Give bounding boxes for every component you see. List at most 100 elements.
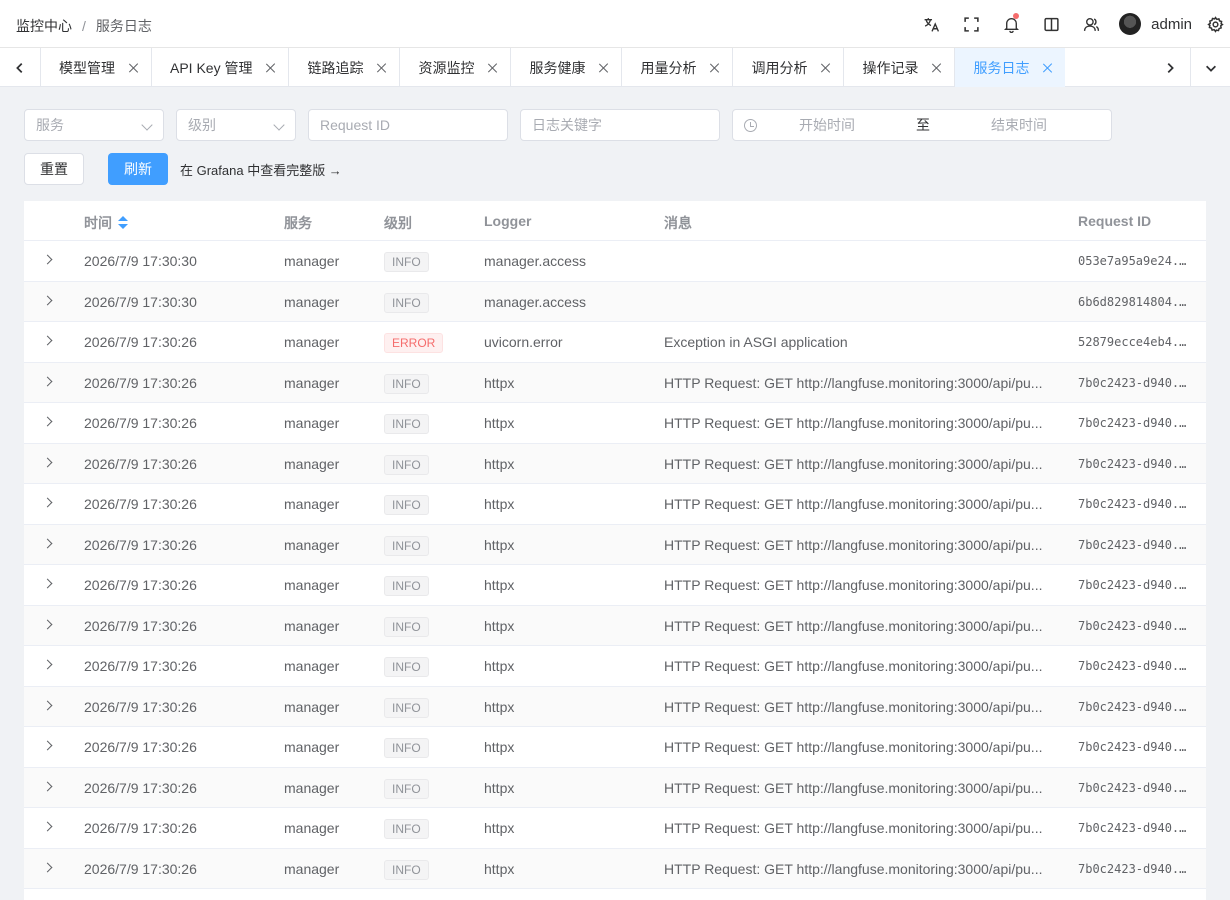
cell-request-id[interactable]: 7b0c2423-d940... bbox=[1078, 700, 1188, 714]
tab-resource-monitor[interactable]: 资源监控 bbox=[399, 48, 510, 87]
cell-logger: httpx bbox=[484, 698, 515, 715]
cell-request-id[interactable]: 7b0c2423-d940... bbox=[1078, 781, 1188, 795]
settings-icon[interactable] bbox=[1200, 0, 1230, 48]
close-icon[interactable] bbox=[821, 63, 831, 73]
close-icon[interactable] bbox=[599, 63, 609, 73]
table-row[interactable]: 2026/7/9 17:30:26 manager INFO httpx HTTP Re… bbox=[24, 686, 1206, 727]
book-icon[interactable] bbox=[1031, 0, 1071, 48]
users-icon[interactable] bbox=[1071, 0, 1111, 48]
expand-chevron-icon[interactable] bbox=[42, 619, 53, 629]
cell-request-id[interactable]: 053e7a95a9e24... bbox=[1078, 254, 1188, 268]
tab-model-management[interactable]: 模型管理 bbox=[40, 48, 151, 87]
start-time-input[interactable]: 开始时间 bbox=[799, 115, 855, 135]
expand-chevron-icon[interactable] bbox=[42, 416, 53, 427]
close-icon[interactable] bbox=[129, 63, 139, 73]
cell-request-id[interactable]: 7b0c2423-d940... bbox=[1078, 821, 1188, 835]
fullscreen-icon[interactable] bbox=[951, 0, 991, 48]
table-row[interactable]: 2026/7/9 17:30:26 manager INFO httpx HTTP Re… bbox=[24, 646, 1206, 687]
expand-chevron-icon[interactable] bbox=[42, 335, 53, 346]
level-tag: INFO bbox=[384, 414, 429, 434]
table-row[interactable]: 2026/7/9 17:30:26 manager INFO httpx HTTP Re… bbox=[24, 403, 1206, 444]
refresh-button[interactable]: 刷新 bbox=[108, 153, 168, 185]
time-range-picker[interactable]: 开始时间 至 结束时间 bbox=[732, 109, 1112, 141]
cell-time: 2026/7/9 17:30:26 bbox=[84, 536, 197, 553]
table-row[interactable]: 2026/7/9 17:30:26 manager INFO httpx HTTP Re… bbox=[24, 443, 1206, 484]
table-row[interactable]: 2026/7/9 17:30:26 manager INFO httpx HTTP Re… bbox=[24, 484, 1206, 525]
table-row[interactable]: 2026/7/9 17:30:26 manager INFO httpx HTTP Re… bbox=[24, 524, 1206, 565]
close-icon[interactable] bbox=[932, 63, 942, 73]
table-row[interactable]: 2026/7/9 17:30:26 manager INFO httpx HTTP Re… bbox=[24, 848, 1206, 889]
breadcrumb-root[interactable]: 监控中心 bbox=[16, 16, 72, 36]
close-icon[interactable] bbox=[266, 63, 276, 73]
tab-call-analysis[interactable]: 调用分析 bbox=[732, 48, 843, 87]
level-select[interactable]: 级别 bbox=[176, 109, 296, 141]
tab-service-log[interactable]: 服务日志 bbox=[954, 48, 1066, 87]
table-row[interactable]: 2026/7/9 17:30:30 manager INFO manager.acce… bbox=[24, 241, 1206, 282]
cell-request-id[interactable]: 7b0c2423-d940... bbox=[1078, 416, 1188, 430]
expand-chevron-icon[interactable] bbox=[42, 781, 53, 791]
expand-chevron-icon[interactable] bbox=[42, 700, 53, 710]
expand-chevron-icon[interactable] bbox=[42, 740, 53, 751]
tabs-menu-chevron-down-icon[interactable] bbox=[1190, 48, 1230, 87]
cell-message: HTTP Request: GET http://langfuse.monito… bbox=[664, 698, 1043, 715]
grafana-link[interactable]: 在 Grafana 中查看完整版 → bbox=[180, 160, 342, 179]
cell-request-id[interactable]: 6b6d829814804... bbox=[1078, 295, 1188, 309]
expand-chevron-icon[interactable] bbox=[42, 376, 53, 386]
service-select[interactable]: 服务 bbox=[24, 109, 164, 141]
tab-api-key-management[interactable]: API Key 管理 bbox=[151, 48, 288, 87]
tab-trace[interactable]: 链路追踪 bbox=[288, 48, 399, 87]
table-row[interactable]: 2026/7/9 17:30:30 manager INFO manager.acce… bbox=[24, 281, 1206, 322]
column-header-time[interactable]: 时间 bbox=[84, 213, 128, 233]
cell-request-id[interactable]: 7b0c2423-d940... bbox=[1078, 376, 1188, 390]
expand-chevron-icon[interactable] bbox=[42, 821, 53, 832]
level-tag: INFO bbox=[384, 576, 429, 596]
tabs-scroll-left-icon[interactable] bbox=[0, 48, 40, 87]
tab-service-health[interactable]: 服务健康 bbox=[510, 48, 621, 87]
close-icon[interactable] bbox=[488, 63, 498, 73]
expand-chevron-icon[interactable] bbox=[42, 862, 53, 872]
expand-chevron-icon[interactable] bbox=[42, 295, 53, 305]
tab-usage-analysis[interactable]: 用量分析 bbox=[621, 48, 732, 87]
cell-time: 2026/7/9 17:30:26 bbox=[84, 374, 197, 391]
expand-chevron-icon[interactable] bbox=[42, 254, 53, 265]
cell-request-id[interactable]: 7b0c2423-d940... bbox=[1078, 740, 1188, 754]
cell-request-id[interactable]: 7b0c2423-d940... bbox=[1078, 619, 1188, 633]
close-icon[interactable] bbox=[710, 63, 720, 73]
expand-chevron-icon[interactable] bbox=[42, 497, 53, 508]
user-menu[interactable]: admin bbox=[1111, 0, 1200, 48]
cell-request-id[interactable]: 7b0c2423-d940... bbox=[1078, 578, 1188, 592]
cell-message: HTTP Request: GET http://langfuse.monito… bbox=[664, 577, 1043, 593]
tabs-scroll-right-icon[interactable] bbox=[1150, 48, 1190, 87]
cell-request-id[interactable]: 7b0c2423-d940... bbox=[1078, 538, 1188, 552]
table-row[interactable]: 2026/7/9 17:30:26 manager INFO httpx HTTP Re… bbox=[24, 767, 1206, 808]
keyword-input[interactable]: 日志关键字 bbox=[520, 109, 720, 141]
cell-request-id[interactable]: 52879ecce4eb4... bbox=[1078, 335, 1188, 349]
bell-icon[interactable] bbox=[991, 0, 1031, 48]
expand-chevron-icon[interactable] bbox=[42, 538, 53, 548]
table-row[interactable]: 2026/7/9 17:30:26 manager INFO httpx HTTP Re… bbox=[24, 565, 1206, 606]
expand-chevron-icon[interactable] bbox=[42, 659, 53, 670]
table-row[interactable]: 2026/7/9 17:30:26 manager INFO httpx HTTP Re… bbox=[24, 605, 1206, 646]
reset-button[interactable]: 重置 bbox=[24, 153, 84, 185]
close-icon[interactable] bbox=[1043, 63, 1053, 73]
tab-operation-log[interactable]: 操作记录 bbox=[843, 48, 954, 87]
cell-service: manager bbox=[284, 617, 340, 634]
cell-request-id[interactable]: 7b0c2423-d940... bbox=[1078, 862, 1188, 876]
expand-chevron-icon[interactable] bbox=[42, 457, 53, 467]
translate-icon[interactable] bbox=[911, 0, 951, 48]
cell-time: 2026/7/9 17:30:30 bbox=[84, 253, 197, 269]
cell-request-id[interactable]: 7b0c2423-d940... bbox=[1078, 497, 1188, 511]
table-row[interactable]: 2026/7/9 17:30:26 manager INFO httpx HTTP Re… bbox=[24, 362, 1206, 403]
request-id-input[interactable]: Request ID bbox=[308, 109, 508, 141]
table-row[interactable]: 2026/7/9 17:30:26 manager ERROR uvicorn.err… bbox=[24, 322, 1206, 363]
end-time-input[interactable]: 结束时间 bbox=[991, 115, 1047, 135]
cell-message: HTTP Request: GET http://langfuse.monito… bbox=[664, 496, 1043, 512]
cell-logger: httpx bbox=[484, 820, 515, 836]
cell-request-id[interactable]: 7b0c2423-d940... bbox=[1078, 659, 1188, 673]
table-row[interactable]: 2026/7/9 17:30:26 manager INFO httpx HTTP Re… bbox=[24, 808, 1206, 849]
expand-chevron-icon[interactable] bbox=[42, 578, 53, 589]
sort-icon[interactable] bbox=[118, 216, 128, 230]
cell-request-id[interactable]: 7b0c2423-d940... bbox=[1078, 457, 1188, 471]
close-icon[interactable] bbox=[377, 63, 387, 73]
table-row[interactable]: 2026/7/9 17:30:26 manager INFO httpx HTTP Re… bbox=[24, 727, 1206, 768]
